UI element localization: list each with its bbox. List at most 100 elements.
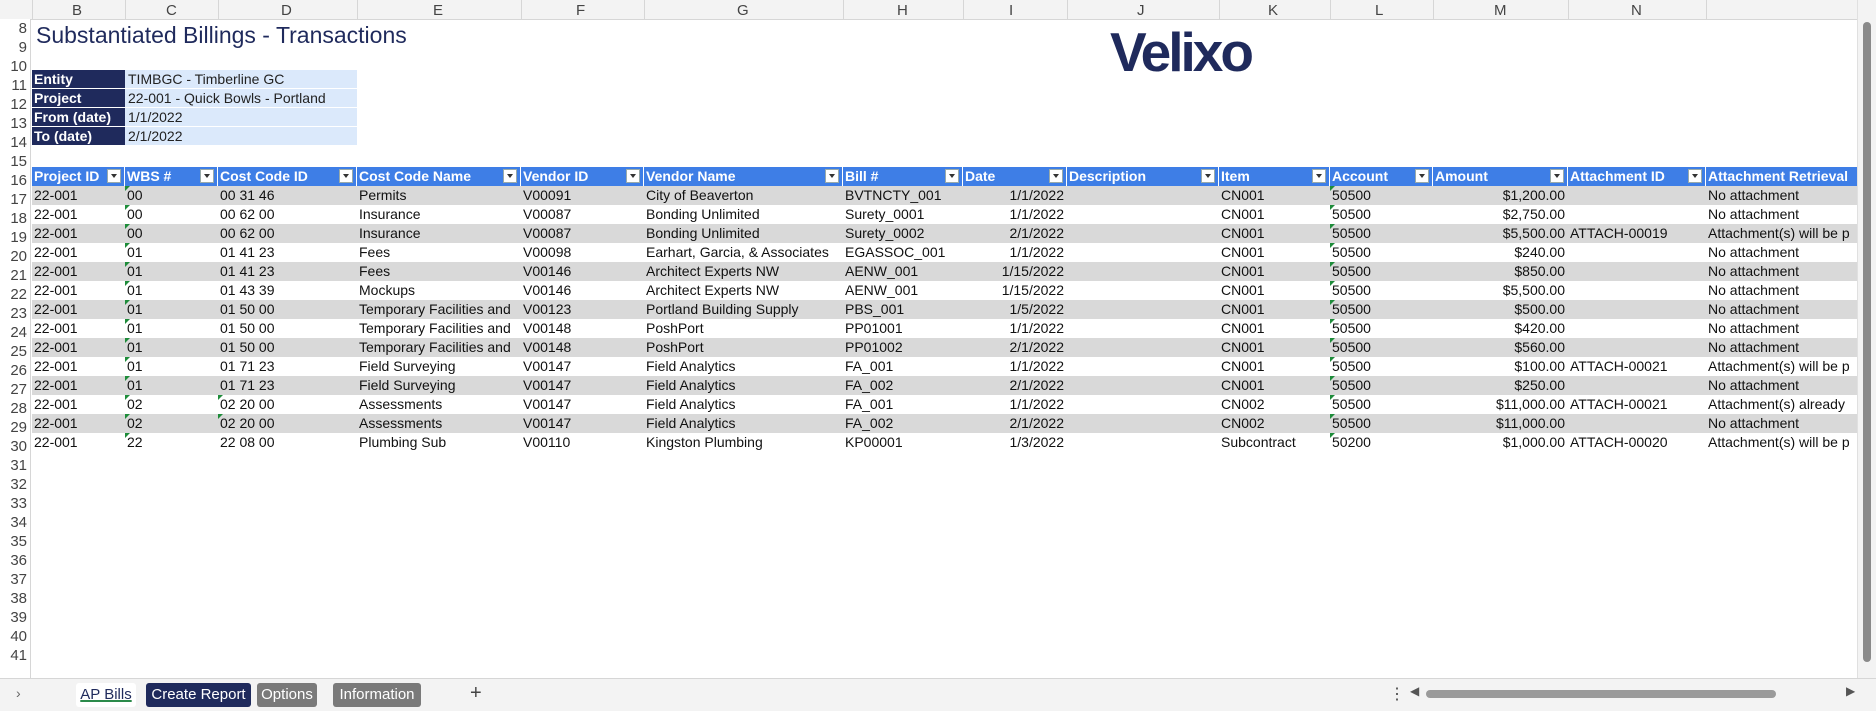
filter-dropdown-icon[interactable] — [1550, 169, 1564, 183]
table-cell[interactable]: V00148 — [521, 338, 644, 357]
table-cell[interactable]: 50200 — [1330, 433, 1433, 452]
column-header[interactable]: Description — [1067, 167, 1219, 186]
table-cell[interactable]: 1/1/2022 — [963, 186, 1067, 205]
table-cell[interactable]: EGASSOC_001 — [843, 243, 963, 262]
table-cell[interactable]: Assessments — [357, 414, 521, 433]
table-cell[interactable]: PoshPort — [644, 338, 843, 357]
column-letter-k[interactable]: K — [1268, 2, 1278, 19]
table-cell[interactable]: V00087 — [521, 205, 644, 224]
table-cell[interactable]: 01 50 00 — [218, 319, 357, 338]
table-cell[interactable]: 00 — [125, 205, 218, 224]
table-cell[interactable]: 50500 — [1330, 376, 1433, 395]
table-cell[interactable] — [1067, 186, 1219, 205]
table-cell[interactable]: 22 08 00 — [218, 433, 357, 452]
column-header[interactable]: Project ID — [32, 167, 125, 186]
table-cell[interactable]: FA_001 — [843, 395, 963, 414]
row-number[interactable]: 15 — [0, 153, 27, 170]
table-cell[interactable]: 2/1/2022 — [963, 338, 1067, 357]
table-cell[interactable] — [1067, 205, 1219, 224]
table-cell[interactable]: CN001 — [1219, 376, 1330, 395]
row-number[interactable]: 27 — [0, 381, 27, 398]
table-cell[interactable]: Field Analytics — [644, 376, 843, 395]
table-cell[interactable]: Attachment(s) will be p — [1706, 224, 1858, 243]
table-cell[interactable]: Insurance — [357, 224, 521, 243]
row-number[interactable]: 16 — [0, 172, 27, 189]
table-cell[interactable] — [1067, 433, 1219, 452]
table-cell[interactable] — [1067, 319, 1219, 338]
table-cell[interactable]: 50500 — [1330, 205, 1433, 224]
row-number[interactable]: 40 — [0, 628, 27, 645]
table-cell[interactable]: 22-001 — [32, 205, 125, 224]
table-cell[interactable]: 01 — [125, 281, 218, 300]
table-cell[interactable]: V00110 — [521, 433, 644, 452]
table-cell[interactable]: $100.00 — [1433, 357, 1568, 376]
table-cell[interactable]: No attachment — [1706, 376, 1858, 395]
filter-dropdown-icon[interactable] — [1049, 169, 1063, 183]
table-cell[interactable]: 01 71 23 — [218, 357, 357, 376]
table-cell[interactable]: $5,500.00 — [1433, 224, 1568, 243]
table-cell[interactable]: CN001 — [1219, 224, 1330, 243]
table-cell[interactable]: 22-001 — [32, 224, 125, 243]
table-cell[interactable]: CN002 — [1219, 414, 1330, 433]
column-letter-i[interactable]: I — [1009, 2, 1013, 19]
table-cell[interactable]: 50500 — [1330, 224, 1433, 243]
table-cell[interactable]: 1/1/2022 — [963, 319, 1067, 338]
row-number[interactable]: 18 — [0, 210, 27, 227]
param-value[interactable]: 1/1/2022 — [125, 108, 357, 126]
row-number[interactable]: 25 — [0, 343, 27, 360]
row-number[interactable]: 11 — [0, 77, 27, 94]
table-cell[interactable]: 22-001 — [32, 262, 125, 281]
table-row[interactable]: 22-001 00 00 62 00 Insurance V00087 Bonding U… — [32, 205, 1858, 224]
table-cell[interactable]: 1/3/2022 — [963, 433, 1067, 452]
column-header[interactable]: Cost Code ID — [218, 167, 357, 186]
sheet-tab[interactable]: Options — [257, 683, 317, 707]
table-cell[interactable]: 00 — [125, 224, 218, 243]
row-number[interactable]: 32 — [0, 476, 27, 493]
row-number[interactable]: 34 — [0, 514, 27, 531]
row-number[interactable]: 17 — [0, 191, 27, 208]
table-cell[interactable]: Field Analytics — [644, 357, 843, 376]
filter-dropdown-icon[interactable] — [107, 169, 121, 183]
table-cell[interactable]: Field Surveying — [357, 357, 521, 376]
table-cell[interactable]: Architect Experts NW — [644, 262, 843, 281]
table-cell[interactable]: 1/1/2022 — [963, 357, 1067, 376]
table-cell[interactable]: 50500 — [1330, 262, 1433, 281]
column-header[interactable]: Attachment Retrieval — [1706, 167, 1858, 186]
table-cell[interactable]: CN001 — [1219, 319, 1330, 338]
table-cell[interactable]: Portland Building Supply — [644, 300, 843, 319]
table-row[interactable]: 22-001 00 00 31 46 Permits V00091 City of Bea… — [32, 186, 1858, 205]
column-header[interactable]: Attachment ID — [1568, 167, 1706, 186]
table-cell[interactable]: 22-001 — [32, 319, 125, 338]
row-number[interactable]: 41 — [0, 647, 27, 664]
table-cell[interactable]: V00147 — [521, 414, 644, 433]
table-cell[interactable]: Bonding Unlimited — [644, 224, 843, 243]
table-cell[interactable]: FA_002 — [843, 414, 963, 433]
table-cell[interactable]: Kingston Plumbing — [644, 433, 843, 452]
row-number[interactable]: 9 — [0, 39, 27, 56]
table-cell[interactable] — [1067, 395, 1219, 414]
table-cell[interactable]: 22-001 — [32, 414, 125, 433]
table-cell[interactable]: Temporary Facilities and — [357, 338, 521, 357]
table-cell[interactable]: $560.00 — [1433, 338, 1568, 357]
column-letter-j[interactable]: J — [1137, 2, 1145, 19]
table-cell[interactable]: 22-001 — [32, 281, 125, 300]
column-letter-n[interactable]: N — [1631, 2, 1642, 19]
table-cell[interactable]: $250.00 — [1433, 376, 1568, 395]
column-header[interactable]: Amount — [1433, 167, 1568, 186]
table-cell[interactable] — [1067, 338, 1219, 357]
table-row[interactable]: 22-001 01 01 71 23 Field Surveying V00147 Fie… — [32, 376, 1858, 395]
table-cell[interactable]: Plumbing Sub — [357, 433, 521, 452]
param-value[interactable]: 22-001 - Quick Bowls - Portland — [125, 89, 357, 107]
sheet-tab[interactable]: Information — [333, 683, 421, 707]
table-row[interactable]: 22-001 01 01 71 23 Field Surveying V00147 Fie… — [32, 357, 1858, 376]
table-cell[interactable]: V00147 — [521, 395, 644, 414]
table-cell[interactable]: V00087 — [521, 224, 644, 243]
more-options-icon[interactable]: ⋮ — [1389, 684, 1405, 704]
column-header[interactable]: Account — [1330, 167, 1433, 186]
table-cell[interactable] — [1067, 281, 1219, 300]
table-cell[interactable]: 50500 — [1330, 338, 1433, 357]
column-letter-e[interactable]: E — [433, 2, 443, 19]
table-cell[interactable]: Attachment(s) already — [1706, 395, 1858, 414]
table-row[interactable]: 22-001 01 01 50 00 Temporary Facilities and… — [32, 338, 1858, 357]
table-cell[interactable]: 01 71 23 — [218, 376, 357, 395]
